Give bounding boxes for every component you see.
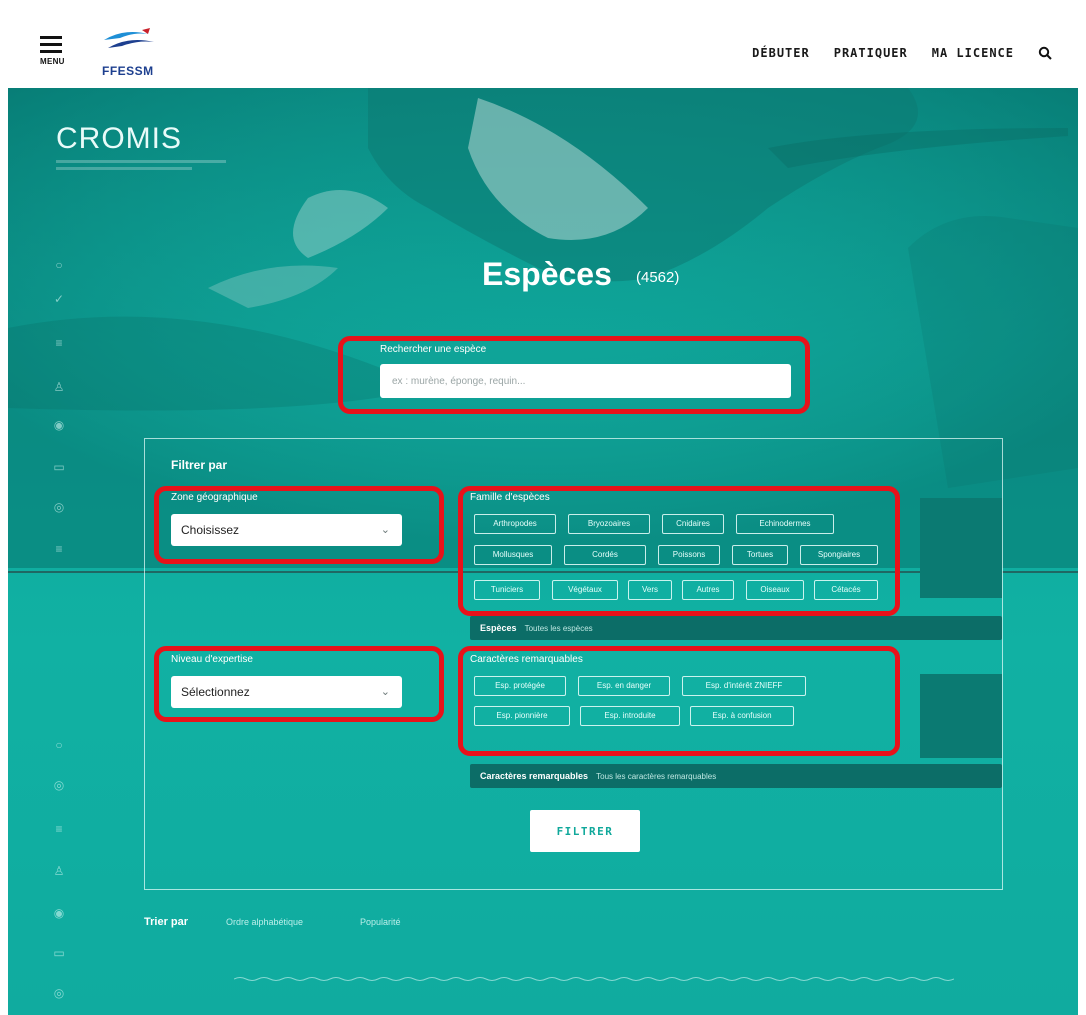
page-title: Espèces (482, 256, 612, 292)
famille-tag[interactable]: Végétaux (552, 580, 618, 600)
famille-tag[interactable]: Oiseaux (746, 580, 804, 600)
chevron-down-icon: ⌄ (380, 686, 390, 698)
menu-icon-bar (40, 50, 62, 53)
famille-tag[interactable]: Cétacés (814, 580, 878, 600)
famille-preview-block (920, 498, 1002, 598)
cromis-tagline-decoration (56, 160, 226, 182)
main-nav: DÉBUTER PRATIQUER MA LICENCE (728, 46, 1052, 60)
side-home-icon[interactable]: ○ (52, 258, 66, 272)
famille-tag[interactable]: Tortues (732, 545, 788, 565)
famille-tag[interactable]: Tuniciers (474, 580, 540, 600)
famille-tag[interactable]: Autres (682, 580, 734, 600)
caracteres-preview-block (920, 674, 1002, 758)
famille-tag[interactable]: Spongiaires (800, 545, 878, 565)
nav-debuter[interactable]: DÉBUTER (752, 46, 810, 60)
nav-ma-licence[interactable]: MA LICENCE (932, 46, 1014, 60)
caractere-tag[interactable]: Esp. d'intérêt ZNIEFF (682, 676, 806, 696)
niveau-label: Niveau d'expertise (171, 654, 253, 665)
menu-icon (40, 36, 62, 39)
side-list-icon[interactable]: ≡ (52, 336, 66, 350)
wave-divider (234, 977, 954, 981)
cromis-logo[interactable]: CROMIS (56, 122, 182, 156)
chevron-down-icon: ⌄ (380, 524, 390, 536)
niveau-select[interactable]: Sélectionnez ⌄ (171, 676, 402, 708)
menu-button[interactable]: MENU (40, 36, 66, 76)
side-user-icon[interactable]: ♙ (52, 380, 66, 394)
especes-bar: Espèces Toutes les espèces (470, 616, 1002, 640)
caracteres-bar: Caractères remarquables Tous les caractè… (470, 764, 1002, 788)
famille-tag[interactable]: Vers (628, 580, 672, 600)
side-eye-icon[interactable]: ◉ (52, 418, 66, 432)
caractere-tag[interactable]: Esp. à confusion (690, 706, 794, 726)
caractere-tag[interactable]: Esp. pionnière (474, 706, 570, 726)
sort-option-alphabetical[interactable]: Ordre alphabétique (226, 917, 303, 927)
logo-text: FFESSM (102, 64, 154, 78)
niveau-select-value: Sélectionnez (181, 685, 250, 699)
side-pin-icon[interactable]: ◎ (52, 500, 66, 514)
caractere-tag[interactable]: Esp. en danger (578, 676, 670, 696)
zone-select-value: Choisissez (181, 523, 240, 537)
hero-section: CROMIS ○ ✓ ≡ ♙ ◉ ▭ ◎ ≡ ○ ◎ ≡ ♙ ◉ ▭ ◎ Esp… (8, 88, 1078, 1015)
especes-bar-label: Espèces (480, 623, 517, 633)
side-list-icon-2[interactable]: ≡ (52, 822, 66, 836)
side-menu-icon[interactable]: ≡ (52, 542, 66, 556)
famille-tag[interactable]: Cnidaires (662, 514, 724, 534)
famille-tag[interactable]: Bryozoaires (568, 514, 650, 534)
famille-tag[interactable]: Cordés (564, 545, 646, 565)
nav-pratiquer[interactable]: PRATIQUER (834, 46, 908, 60)
menu-icon-bar (40, 43, 62, 46)
zone-label: Zone géographique (171, 492, 258, 503)
sort-option-popularity[interactable]: Popularité (360, 917, 401, 927)
top-navigation-bar: MENU FFESSM DÉBUTER PRATIQUER MA LICENCE (0, 0, 1086, 88)
caractere-tag[interactable]: Esp. introduite (580, 706, 680, 726)
caractere-tag[interactable]: Esp. protégée (474, 676, 566, 696)
caracteres-label: Caractères remarquables (470, 654, 583, 665)
side-map-icon-2[interactable]: ▭ (52, 946, 66, 960)
species-count: (4562) (636, 269, 680, 286)
side-pin-icon-2[interactable]: ◎ (52, 986, 66, 1000)
famille-tag[interactable]: Arthropodes (474, 514, 556, 534)
especes-bar-value: Toutes les espèces (524, 624, 593, 633)
side-home-icon-2[interactable]: ○ (52, 738, 66, 752)
sort-label: Trier par (144, 916, 189, 928)
search-label: Rechercher une espèce (380, 344, 487, 355)
caracteres-bar-value: Tous les caractères remarquables (596, 772, 717, 781)
filter-heading: Filtrer par (171, 458, 228, 472)
side-map-icon[interactable]: ▭ (52, 460, 66, 474)
side-target-icon[interactable]: ◎ (52, 778, 66, 792)
filter-submit-button[interactable]: FILTRER (530, 810, 640, 852)
species-search-input[interactable] (380, 364, 791, 398)
search-icon[interactable] (1038, 46, 1052, 60)
zone-select[interactable]: Choisissez ⌄ (171, 514, 402, 546)
side-check-icon[interactable]: ✓ (52, 292, 66, 306)
famille-tag[interactable]: Poissons (658, 545, 720, 565)
side-user-icon-2[interactable]: ♙ (52, 864, 66, 878)
famille-tag[interactable]: Mollusques (474, 545, 552, 565)
side-eye-icon-2[interactable]: ◉ (52, 906, 66, 920)
caracteres-bar-label: Caractères remarquables (480, 771, 589, 781)
famille-tag[interactable]: Echinodermes (736, 514, 834, 534)
famille-label: Famille d'espèces (470, 492, 550, 503)
menu-label: MENU (40, 57, 65, 66)
